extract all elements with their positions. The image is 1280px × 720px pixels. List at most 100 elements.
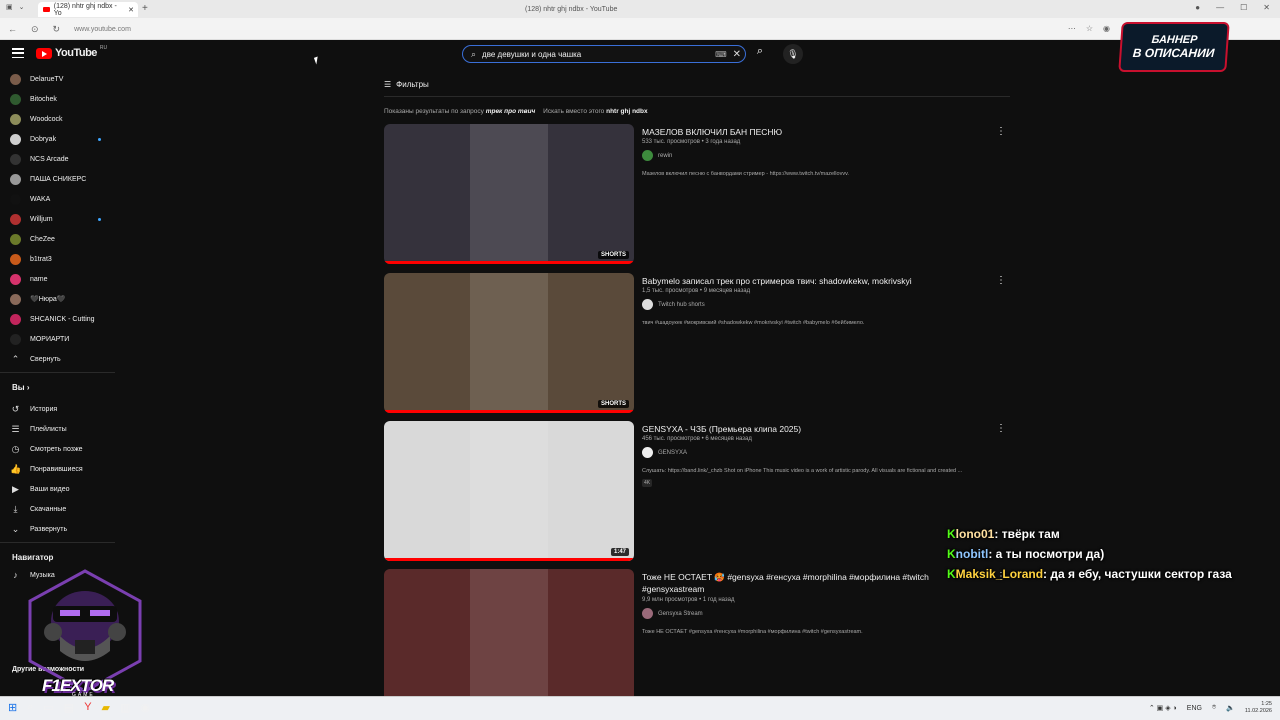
video-description: Тоже НЕ ОСТАЕТ #gensyxa #генсуха #morphi… bbox=[642, 629, 863, 635]
spell-prefix: Показаны результаты по запросу bbox=[384, 108, 484, 115]
subscription-item[interactable]: ПАША СНИКЕРС bbox=[10, 170, 115, 188]
subscription-item[interactable]: 🖤Нюра🖤 bbox=[10, 290, 115, 308]
subscription-label: ПАША СНИКЕРС bbox=[30, 175, 87, 183]
chat-message: KMaksik_Lorand: да я ебу, частушки секто… bbox=[947, 567, 1232, 581]
sidebar-item-you[interactable]: ◷ Смотреть позже bbox=[10, 440, 115, 458]
video-title[interactable]: Babymelo записал трек про стримеров твич… bbox=[642, 275, 972, 287]
obs-icon[interactable]: ◉ bbox=[140, 701, 150, 714]
search-query[interactable]: две девушки и одна чашка bbox=[482, 50, 581, 59]
bookmark-icon[interactable]: ☆ bbox=[1086, 24, 1093, 33]
channel-avatar bbox=[10, 233, 21, 245]
more-options-icon[interactable]: ⋮ bbox=[996, 275, 1006, 286]
youtube-play-icon bbox=[36, 47, 52, 59]
subscription-item[interactable]: WAKA bbox=[10, 190, 115, 208]
banner-line1: БАННЕР bbox=[1151, 34, 1198, 46]
sidebar-item-you[interactable]: ⌄ Развернуть bbox=[10, 520, 115, 538]
corrected-query-link[interactable]: трек про твич bbox=[486, 108, 536, 115]
kick-icon: K bbox=[947, 547, 956, 561]
forward-icon[interactable]: ⊙ bbox=[31, 24, 39, 35]
video-result[interactable]: Тоже НЕ ОСТАЕТ 🥵 #gensyxa #генсуха #morp… bbox=[384, 569, 1014, 696]
video-title[interactable]: GENSYXA - ЧЗБ (Премьера клипа 2025) bbox=[642, 423, 972, 435]
language-indicator[interactable]: ENG bbox=[1187, 705, 1202, 712]
channel-avatar bbox=[642, 299, 653, 310]
address-bar-row: ← ⊙ ↻ www.youtube.com ⋯ ☆ ◉ bbox=[0, 19, 1280, 39]
reload-icon[interactable]: ↻ bbox=[53, 24, 61, 35]
video-thumbnail[interactable] bbox=[384, 569, 634, 696]
subscription-item[interactable]: NCS Arcade bbox=[10, 150, 115, 168]
clock[interactable]: 1:25 11.02.2026 bbox=[1245, 701, 1272, 715]
maximize-icon[interactable]: ☐ bbox=[1240, 3, 1247, 12]
channel-link[interactable]: rewin bbox=[642, 150, 672, 161]
back-icon[interactable]: ← bbox=[8, 24, 17, 35]
extension-icon[interactable]: ◉ bbox=[1103, 24, 1110, 33]
tab-search-icon[interactable]: ▣ bbox=[6, 3, 13, 11]
minimize-icon[interactable]: — bbox=[1216, 3, 1224, 12]
subscription-item[interactable]: SHCANICK - Cutting bbox=[10, 310, 115, 328]
tray-icons[interactable]: ⌃ ▣ ◈ ◑ bbox=[1149, 704, 1177, 712]
you-section-header[interactable]: Вы › bbox=[12, 383, 30, 392]
sidebar-item-label: Понравившиеся bbox=[30, 465, 83, 473]
task-view-icon[interactable]: ▭ bbox=[43, 701, 53, 714]
close-tab-icon[interactable]: ✕ bbox=[128, 6, 134, 14]
video-title[interactable]: МАЗЕЛОВ ВКЛЮЧИЛ БАН ПЕСНЮ bbox=[642, 126, 972, 138]
original-query-link[interactable]: nhtr ghj ndbx bbox=[606, 108, 648, 115]
subscription-label: Willjum bbox=[30, 215, 53, 223]
subscription-item[interactable]: name bbox=[10, 270, 115, 288]
close-window-icon[interactable]: ✕ bbox=[1263, 3, 1270, 12]
tab-controls[interactable]: ▣ ⌄ bbox=[6, 3, 25, 11]
profile-icon[interactable]: ● bbox=[1195, 3, 1200, 12]
subscription-item[interactable]: Willjum bbox=[10, 210, 115, 228]
collapse-button[interactable]: ⌃ Свернуть bbox=[10, 350, 115, 368]
video-result[interactable]: SHORTS Babymelo записал трек про стримеро… bbox=[384, 273, 1014, 413]
video-title[interactable]: Тоже НЕ ОСТАЕТ 🥵 #gensyxa #генсуха #morp… bbox=[642, 571, 972, 595]
tab-title: (128) nhtr ghj ndbx - Yo bbox=[53, 2, 117, 17]
sidebar-item-you[interactable]: ↺ История bbox=[10, 400, 115, 418]
subscription-item[interactable]: Bitochek bbox=[10, 90, 115, 108]
video-thumbnail[interactable]: SHORTS bbox=[384, 273, 634, 413]
start-icon[interactable]: ⊞ bbox=[8, 701, 17, 714]
video-result[interactable]: SHORTS МАЗЕЛОВ ВКЛЮЧИЛ БАН ПЕСНЮ 533 тыс. … bbox=[384, 124, 1014, 264]
youtube-logo[interactable]: YouTube RU bbox=[36, 45, 107, 59]
taskbar-search-icon[interactable]: ⌕ bbox=[27, 701, 33, 714]
subscription-item[interactable]: CheZee bbox=[10, 230, 115, 248]
browser-tab-active[interactable]: (128) nhtr ghj ndbx - Yo ✕ bbox=[38, 2, 138, 17]
sidebar-item-you[interactable]: ☰ Плейлисты bbox=[10, 420, 115, 438]
tab-list-icon[interactable]: ⌄ bbox=[19, 3, 25, 11]
sidebar-divider bbox=[0, 542, 115, 543]
video-thumbnail[interactable]: SHORTS bbox=[384, 124, 634, 264]
search-button[interactable]: ⌕ bbox=[750, 45, 770, 63]
more-options-icon[interactable]: ⋮ bbox=[996, 126, 1006, 137]
app-icon[interactable]: ▤ bbox=[64, 701, 74, 714]
new-tab-button[interactable]: + bbox=[142, 3, 148, 14]
network-icon[interactable]: ⌾ bbox=[1212, 704, 1216, 712]
more-options-icon[interactable]: ⋮ bbox=[996, 423, 1006, 434]
file-explorer-icon[interactable]: ▰ bbox=[102, 701, 110, 714]
voice-search-icon[interactable]: 🎙 bbox=[783, 44, 803, 64]
yandex-browser-icon[interactable]: Y bbox=[84, 701, 91, 714]
filters-button[interactable]: ☰ Фильтры bbox=[384, 80, 429, 89]
search-input[interactable]: ⌕ две девушки и одна чашка ⌨ ✕ bbox=[462, 45, 746, 63]
keyboard-icon[interactable]: ⌨ bbox=[715, 50, 727, 59]
subscription-item[interactable]: Woodcock bbox=[10, 110, 115, 128]
channel-link[interactable]: Twitch hub shorts bbox=[642, 299, 705, 310]
subscription-item[interactable]: b1trat3 bbox=[10, 250, 115, 268]
more-icon[interactable]: ⋯ bbox=[1068, 24, 1076, 33]
sidebar-item-you[interactable]: ⤓ Скачанные bbox=[10, 500, 115, 518]
subscription-item[interactable]: Dobryak bbox=[10, 130, 115, 148]
video-meta: 456 тыс. просмотров • 6 месяцев назад bbox=[642, 436, 752, 442]
volume-icon[interactable]: 🔈 bbox=[1226, 704, 1235, 712]
subscription-item[interactable]: DelarueTV bbox=[10, 70, 115, 88]
channel-link[interactable]: GENSYXA bbox=[642, 447, 687, 458]
hamburger-menu-icon[interactable] bbox=[12, 48, 24, 58]
sidebar-item-you[interactable]: ▶ Ваши видео bbox=[10, 480, 115, 498]
app-icon-2[interactable]: ▥ bbox=[120, 701, 130, 714]
url-field[interactable]: www.youtube.com bbox=[74, 26, 131, 33]
clear-search-icon[interactable]: ✕ bbox=[733, 49, 741, 60]
chat-username: nobitl bbox=[955, 547, 989, 561]
sidebar-item-you[interactable]: 👍 Понравившиеся bbox=[10, 460, 115, 478]
subscription-item[interactable]: МОРИАРТИ bbox=[10, 330, 115, 348]
youtube-header: YouTube RU ⌕ две девушки и одна чашка ⌨ … bbox=[0, 40, 1280, 70]
channel-link[interactable]: Gensyxa Stream bbox=[642, 608, 703, 619]
video-result[interactable]: 1:47 GENSYXA - ЧЗБ (Премьера клипа 2025) 4… bbox=[384, 421, 1014, 561]
video-thumbnail[interactable]: 1:47 bbox=[384, 421, 634, 561]
